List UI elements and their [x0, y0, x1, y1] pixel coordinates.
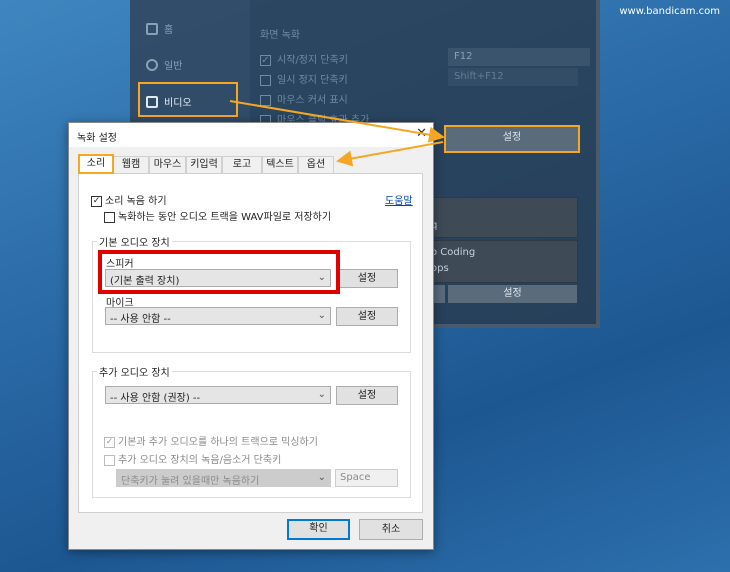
arrow-video-to-settings — [229, 100, 445, 143]
arrow-settings-to-tabs — [336, 141, 444, 167]
annotation-arrows — [229, 100, 445, 167]
